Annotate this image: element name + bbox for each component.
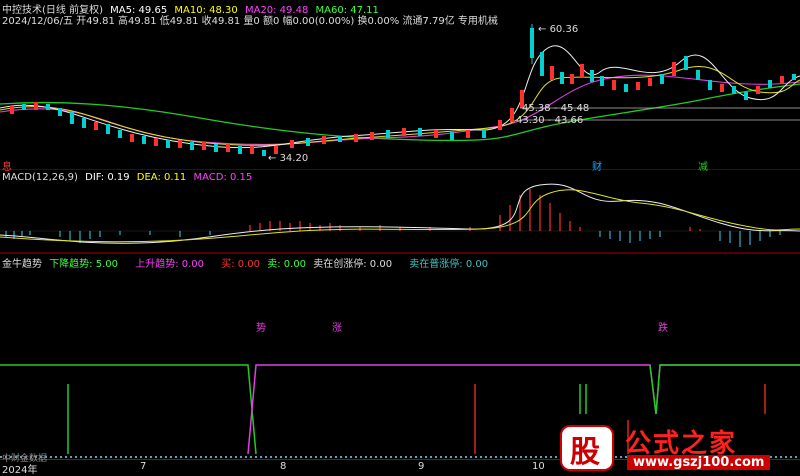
candles (10, 24, 796, 156)
sell-value: 卖: 0.00 (267, 259, 307, 270)
main-chart-panel[interactable]: 中控技术(日线 前复权) MA5: 49.65 MA10: 48.30 MA20… (0, 0, 800, 173)
axis-month-9: 9 (418, 461, 425, 472)
high-annotation: ← 60.36 (538, 24, 579, 35)
dea-value: DEA: 0.11 (136, 172, 187, 183)
watermark-url: www.gszj100.com (627, 455, 771, 470)
level-annotation-2: 43.30 - 43.66 (516, 115, 584, 126)
trend-char-3: 跌 (658, 323, 668, 334)
down-trend-value: 下降趋势: 5.00 (49, 259, 119, 270)
dif-value: DIF: 0.19 (85, 172, 130, 183)
trend-char-1: 势 (256, 323, 266, 334)
indicator-title: 金牛趋势 (2, 259, 42, 270)
macd-header: MACD(12,26,9) DIF: 0.19 DEA: 0.11 MACD: … (2, 172, 256, 183)
axis-month-7: 7 (140, 461, 147, 472)
buy-value: 买: 0.00 (221, 259, 261, 270)
sell-normal-limit-value: 卖在普涨停: 0.00 (409, 259, 489, 270)
up-trend-value: 上升趋势: 0.00 (135, 259, 205, 270)
watermark-logo-glyph: 股 (570, 435, 600, 470)
sell-create-limit-value: 卖在创涨停: 0.00 (313, 259, 393, 270)
axis-month-10: 10 (532, 461, 545, 472)
data-source-label: 中财金数据 (2, 454, 48, 464)
macd-title: MACD(12,26,9) (2, 172, 78, 183)
macd-value: MACD: 0.15 (193, 172, 253, 183)
quote-info-line: 2024/12/06/五 开49.81 高49.81 低49.81 收49.81… (2, 16, 498, 27)
trend-char-2: 涨 (332, 323, 342, 334)
macd-chart (0, 183, 800, 254)
axis-month-8: 8 (280, 461, 287, 472)
level-annotation-1: 45.38 - 45.48 (522, 103, 590, 114)
macd-panel[interactable]: MACD(12,26,9) DIF: 0.19 DEA: 0.11 MACD: … (0, 171, 800, 254)
watermark: 股 公式之家 www.gszj100.com (555, 425, 800, 475)
low-annotation: ← 34.20 (268, 153, 309, 164)
indicator-header: 金牛趋势 下降趋势: 5.00 上升趋势: 0.00 买: 0.00 卖: 0.… (2, 255, 492, 270)
